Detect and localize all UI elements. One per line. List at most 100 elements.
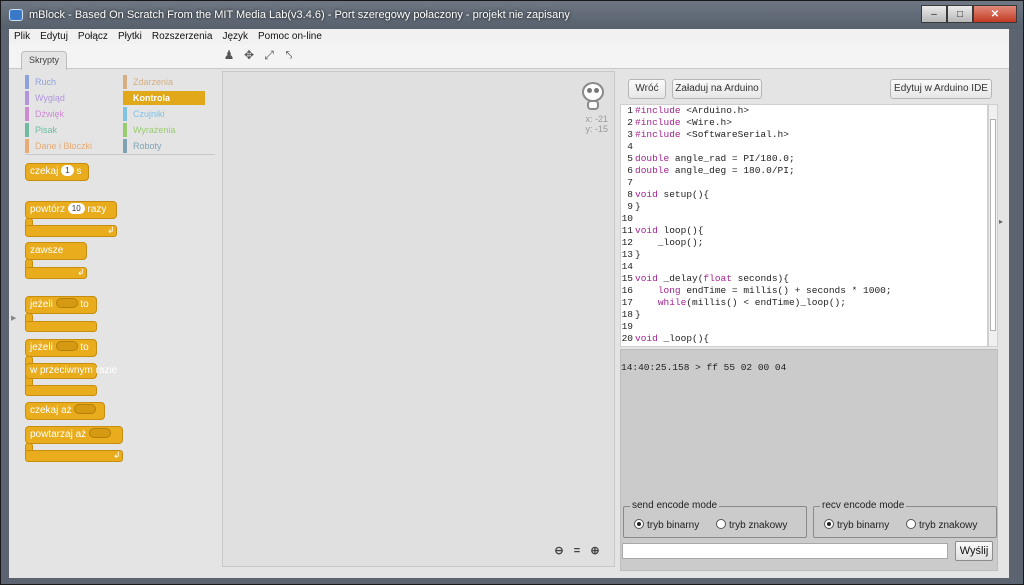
code-line: 19 xyxy=(621,321,987,333)
block-if-else-foot xyxy=(25,385,97,396)
code-line-text: void _delay(float seconds){ xyxy=(635,273,789,284)
code-line-number: 14 xyxy=(621,261,633,272)
category-ruch[interactable]: Ruch xyxy=(25,75,107,89)
category-czujniki[interactable]: Czujniki xyxy=(123,107,205,121)
grow-icon[interactable]: ⤢ xyxy=(263,48,275,62)
collapse-arrow-icon[interactable]: ▶ xyxy=(11,314,16,322)
block-repeat-until[interactable]: powtarzaj aż xyxy=(25,426,123,444)
code-line-number: 16 xyxy=(621,285,633,296)
block-repeat-until-foot xyxy=(25,450,123,462)
code-line-text: #include <Arduino.h> xyxy=(635,105,750,116)
code-line-number: 18 xyxy=(621,309,633,320)
code-line: 15 void _delay(float seconds){ xyxy=(621,273,987,285)
code-line-number: 12 xyxy=(621,237,633,248)
zoom-out-icon[interactable]: ⊖ xyxy=(552,544,566,558)
condition-slot[interactable] xyxy=(74,404,97,414)
code-line-text: } xyxy=(635,309,641,320)
menu-bar: Plik Edytuj Połącz Płytki Rozszerzenia J… xyxy=(9,29,1009,44)
block-if-then[interactable]: jeżeli to xyxy=(25,296,97,314)
category-wyglad[interactable]: Wygląd xyxy=(25,91,107,105)
zoom-tools: ⊖ = ⊕ xyxy=(552,544,602,558)
condition-slot[interactable] xyxy=(55,341,78,351)
code-line-number: 17 xyxy=(621,297,633,308)
stamp-icon[interactable]: ♟ xyxy=(223,48,235,62)
block-if-foot xyxy=(25,321,97,332)
recv-binary-radio[interactable]: tryb binarny xyxy=(824,519,889,531)
maximize-button[interactable]: □ xyxy=(947,5,973,23)
panda-sprite-icon xyxy=(582,82,604,110)
category-roboty[interactable]: Roboty xyxy=(123,139,205,153)
code-line-text: void _loop(){ xyxy=(635,333,710,344)
move-icon[interactable]: ✥ xyxy=(243,48,255,62)
category-dzwiek[interactable]: Dźwięk xyxy=(25,107,107,121)
code-scrollbar[interactable] xyxy=(988,104,998,347)
send-binary-radio[interactable]: tryb binarny xyxy=(634,519,699,531)
tab-scripts[interactable]: Skrypty xyxy=(21,51,67,70)
code-line: 21} xyxy=(621,345,987,346)
block-repeat-foot xyxy=(25,225,117,237)
close-button[interactable]: ✕ xyxy=(973,5,1017,23)
code-line-number: 1 xyxy=(627,105,633,116)
code-line-number: 6 xyxy=(627,165,633,176)
editor-toolbar: Skrypty ♟ ✥ ⤢ ⤣ xyxy=(9,44,1009,70)
code-line: 2 #include <Wire.h> xyxy=(621,117,987,129)
sprite-y: y: -15 xyxy=(585,124,608,134)
zoom-in-icon[interactable]: ⊕ xyxy=(588,544,602,558)
panel-splitter-handle[interactable]: ▸ xyxy=(999,217,1003,226)
code-line: 13} xyxy=(621,249,987,261)
send-encode-mode: send encode mode tryb binarny tryb znako… xyxy=(623,500,807,538)
code-line: 5 double angle_rad = PI/180.0; xyxy=(621,153,987,165)
loop-arrow-icon: ↲ xyxy=(77,267,85,277)
shrink-icon[interactable]: ⤣ xyxy=(283,48,295,62)
code-line: 17 while(millis() < endTime)_loop(); xyxy=(621,297,987,309)
block-forever[interactable]: zawsze xyxy=(25,242,87,260)
window-controls: – □ ✕ xyxy=(921,5,1017,23)
menu-connect[interactable]: Połącz xyxy=(73,31,113,42)
script-area[interactable]: x: -21 y: -15 ⊖ = ⊕ xyxy=(222,71,615,567)
category-pisak[interactable]: Pisak xyxy=(25,123,107,137)
serial-monitor: 14:40:25.158 > ff 55 02 00 04 send encod… xyxy=(620,349,998,571)
menu-file[interactable]: Plik xyxy=(9,31,35,42)
code-line: 10 xyxy=(621,213,987,225)
code-line-text: #include <Wire.h> xyxy=(635,117,732,128)
condition-slot[interactable] xyxy=(55,298,78,308)
code-line-text: long endTime = millis() + seconds * 1000… xyxy=(657,285,892,296)
code-line-text: } xyxy=(635,201,641,212)
upload-to-arduino-button[interactable]: Załaduj na Arduino xyxy=(672,79,762,99)
category-dane[interactable]: Dane i Bloczki xyxy=(25,139,107,153)
category-zdarzenia[interactable]: Zdarzenia xyxy=(123,75,205,89)
category-wyrazenia[interactable]: Wyrażenia xyxy=(123,123,205,137)
code-scrollbar-thumb[interactable] xyxy=(990,119,996,331)
code-line: 12 _loop(); xyxy=(621,237,987,249)
menu-boards[interactable]: Płytki xyxy=(113,31,147,42)
code-line-number: 21 xyxy=(621,345,635,346)
block-wait-until[interactable]: czekaj aż xyxy=(25,402,105,420)
code-line: 11 void loop(){ xyxy=(621,225,987,237)
serial-send-input[interactable] xyxy=(622,543,948,559)
arduino-code-view[interactable]: 1 #include <Arduino.h> 2 #include <Wire.h> 3… xyxy=(620,104,988,347)
menu-edit[interactable]: Edytuj xyxy=(35,31,73,42)
block-wait[interactable]: czekaj 1 s xyxy=(25,163,89,181)
edit-in-arduino-ide-button[interactable]: Edytuj w Arduino IDE xyxy=(890,79,992,99)
category-kontrola[interactable]: Kontrola xyxy=(123,91,205,105)
code-line: 7 xyxy=(621,177,987,189)
condition-slot[interactable] xyxy=(88,428,111,438)
code-line-number: 2 xyxy=(627,117,633,128)
menu-language[interactable]: Język xyxy=(217,31,253,42)
send-text-radio[interactable]: tryb znakowy xyxy=(716,519,787,531)
loop-arrow-icon: ↲ xyxy=(113,450,121,460)
recv-text-radio[interactable]: tryb znakowy xyxy=(906,519,977,531)
minimize-button[interactable]: – xyxy=(921,5,947,23)
menu-help[interactable]: Pomoc on-line xyxy=(253,31,327,42)
code-line-text: } xyxy=(635,345,641,346)
code-line-text: double angle_deg = 180.0/PI; xyxy=(635,165,795,176)
block-if-else[interactable]: jeżeli to xyxy=(25,339,97,357)
recv-encode-mode: recv encode mode tryb binarny tryb znako… xyxy=(813,500,997,538)
block-repeat[interactable]: powtórz 10 razy xyxy=(25,201,117,219)
zoom-reset-icon[interactable]: = xyxy=(570,544,584,558)
back-button[interactable]: Wróć xyxy=(628,79,666,99)
menu-extensions[interactable]: Rozszerzenia xyxy=(147,31,218,42)
title-bar[interactable]: mBlock - Based On Scratch From the MIT M… xyxy=(1,1,1023,29)
code-line-text: void loop(){ xyxy=(635,225,704,236)
send-button[interactable]: Wyślij xyxy=(955,541,993,561)
